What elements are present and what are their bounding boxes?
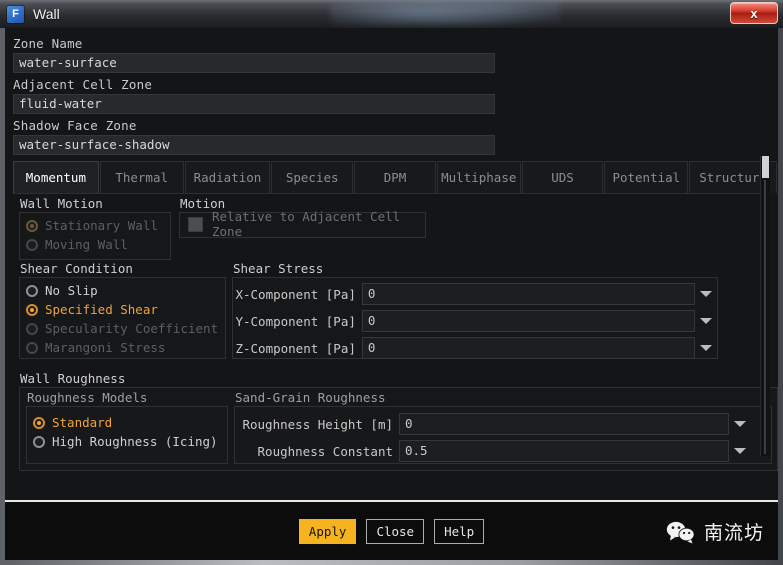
- tab-radiation[interactable]: Radiation: [184, 161, 271, 193]
- tab-multiphase[interactable]: Multiphase: [436, 161, 521, 193]
- sand-grain-roughness-group: Sand-Grain Roughness Roughness Height [m…: [234, 390, 772, 464]
- tab-species[interactable]: Species: [271, 161, 354, 193]
- shear-stress-label-0: X-Component [Pa]: [235, 286, 356, 302]
- shear-stress-input-0[interactable]: 0: [361, 283, 695, 305]
- tab-uds[interactable]: UDS: [521, 161, 604, 193]
- radio-specified-shear-icon: [26, 303, 38, 316]
- wall-roughness-group: Wall Roughness Roughness Models Standard: [19, 371, 778, 471]
- radio-stationary-wall-icon: [26, 219, 38, 232]
- sand-grain-input-1[interactable]: 0.5: [399, 440, 729, 462]
- tab-bar: Momentum Thermal Radiation Species DPM Multip…: [5, 161, 778, 193]
- radio-standard-icon: [33, 416, 45, 429]
- shear-stress-group: Shear Stress X-Component [Pa] 0 Y-Componen…: [232, 261, 718, 360]
- shear-condition-group: Shear Condition No Slip Specified Shear: [19, 261, 226, 359]
- radio-high-roughness-icing-label: High Roughness (Icing): [52, 434, 218, 449]
- sand-grain-row: Roughness Constant 0.5: [235, 439, 771, 463]
- wechat-icon: [666, 521, 695, 543]
- shear-stress-input-2[interactable]: 0: [361, 337, 695, 359]
- wall-motion-group: Wall Motion Stationary Wall Moving Wall: [19, 196, 171, 260]
- wall-roughness-title: Wall Roughness: [20, 371, 126, 386]
- shear-stress-label-1: Y-Component [Pa]: [235, 313, 356, 329]
- shear-condition-title: Shear Condition: [20, 261, 133, 276]
- dialog-client-area: Zone Name water-surface Adjacent Cell Zo…: [0, 28, 783, 565]
- shear-stress-row: X-Component [Pa] 0: [233, 282, 717, 306]
- radio-specularity-coefficient[interactable]: Specularity Coefficient: [20, 319, 225, 338]
- chevron-down-icon[interactable]: [729, 440, 751, 462]
- apply-button[interactable]: Apply: [298, 518, 357, 544]
- radio-high-roughness-icing-icon: [33, 435, 45, 448]
- chevron-down-icon[interactable]: [729, 413, 751, 435]
- radio-stationary-wall[interactable]: Stationary Wall: [20, 216, 170, 235]
- tab-thermal[interactable]: Thermal: [99, 161, 184, 193]
- chevron-down-icon[interactable]: [695, 283, 717, 305]
- scrollbar-track[interactable]: [764, 180, 766, 454]
- title-bar: F Wall x: [0, 0, 783, 28]
- sand-grain-row: Roughness Height [m] 0: [235, 412, 771, 436]
- vertical-scrollbar[interactable]: [760, 156, 770, 456]
- radio-marangoni-stress-label: Marangoni Stress: [45, 340, 166, 355]
- sand-grain-label-1: Roughness Constant: [257, 443, 393, 459]
- zone-fields: Zone Name water-surface Adjacent Cell Zo…: [5, 28, 778, 155]
- radio-moving-wall-label: Moving Wall: [45, 237, 128, 252]
- help-button[interactable]: Help: [434, 518, 485, 544]
- radio-marangoni-stress-icon: [26, 341, 38, 354]
- checkbox-icon: [188, 216, 203, 232]
- fluent-f-icon: F: [7, 5, 24, 23]
- zone-name-label: Zone Name: [13, 36, 83, 51]
- window-title: Wall: [33, 6, 60, 22]
- radio-specularity-coefficient-label: Specularity Coefficient: [45, 321, 219, 336]
- shear-stress-input-1[interactable]: 0: [361, 310, 695, 332]
- zone-name-input[interactable]: water-surface: [13, 53, 495, 73]
- radio-no-slip-icon: [26, 284, 38, 297]
- sand-grain-label-0: Roughness Height [m]: [242, 416, 393, 432]
- radio-stationary-wall-label: Stationary Wall: [45, 218, 158, 233]
- wall-motion-title: Wall Motion: [20, 196, 103, 211]
- shear-stress-label-2: Z-Component [Pa]: [235, 340, 356, 356]
- checkbox-relative-label: Relative to Adjacent Cell Zone: [212, 209, 401, 239]
- dialog-button-bar: Apply Close Help 南流坊: [5, 502, 778, 560]
- adjacent-cell-zone-input[interactable]: fluid-water: [13, 94, 495, 114]
- roughness-models-title: Roughness Models: [27, 390, 148, 405]
- radio-standard[interactable]: Standard: [27, 413, 227, 432]
- sand-grain-input-0[interactable]: 0: [399, 413, 729, 435]
- titlebar-background-blur: [330, 0, 560, 28]
- radio-marangoni-stress[interactable]: Marangoni Stress: [20, 338, 225, 357]
- shear-stress-title: Shear Stress: [233, 261, 324, 276]
- radio-standard-label: Standard: [52, 415, 113, 430]
- shear-stress-row: Y-Component [Pa] 0: [233, 309, 717, 333]
- radio-high-roughness-icing[interactable]: High Roughness (Icing): [27, 432, 227, 451]
- momentum-panel: Wall Motion Stationary Wall Moving Wall: [13, 156, 778, 494]
- motion-title: Motion: [180, 196, 226, 211]
- watermark-text: 南流坊: [703, 522, 764, 544]
- watermark: 南流坊: [666, 518, 764, 545]
- close-button[interactable]: Close: [366, 518, 425, 544]
- radio-no-slip-label: No Slip: [45, 283, 98, 298]
- wall-dialog-window: F Wall x Zone Name water-surface Adjacen…: [0, 0, 783, 565]
- shadow-face-zone-label: Shadow Face Zone: [13, 118, 137, 133]
- chevron-down-icon[interactable]: [695, 337, 717, 359]
- roughness-models-group: Roughness Models Standard High Roughness…: [26, 390, 228, 464]
- shear-stress-row: Z-Component [Pa] 0: [233, 336, 717, 360]
- chevron-down-icon[interactable]: [695, 310, 717, 332]
- tab-momentum[interactable]: Momentum: [13, 161, 99, 193]
- tab-dpm[interactable]: DPM: [354, 161, 436, 193]
- tab-potential[interactable]: Potential: [604, 161, 689, 193]
- radio-moving-wall[interactable]: Moving Wall: [20, 235, 170, 254]
- radio-moving-wall-icon: [26, 238, 38, 251]
- sand-grain-roughness-title: Sand-Grain Roughness: [235, 390, 386, 405]
- radio-no-slip[interactable]: No Slip: [20, 281, 225, 300]
- adjacent-cell-zone-label: Adjacent Cell Zone: [13, 77, 153, 92]
- radio-specularity-coefficient-icon: [26, 322, 38, 335]
- radio-specified-shear-label: Specified Shear: [45, 302, 158, 317]
- shadow-face-zone-input[interactable]: water-surface-shadow: [13, 135, 495, 155]
- motion-group: Motion Relative to Adjacent Cell Zone: [179, 196, 426, 239]
- radio-specified-shear[interactable]: Specified Shear: [20, 300, 225, 319]
- checkbox-relative-to-adjacent-cell-zone[interactable]: Relative to Adjacent Cell Zone: [180, 209, 425, 239]
- close-icon[interactable]: x: [730, 2, 778, 24]
- scrollbar-thumb[interactable]: [762, 156, 769, 178]
